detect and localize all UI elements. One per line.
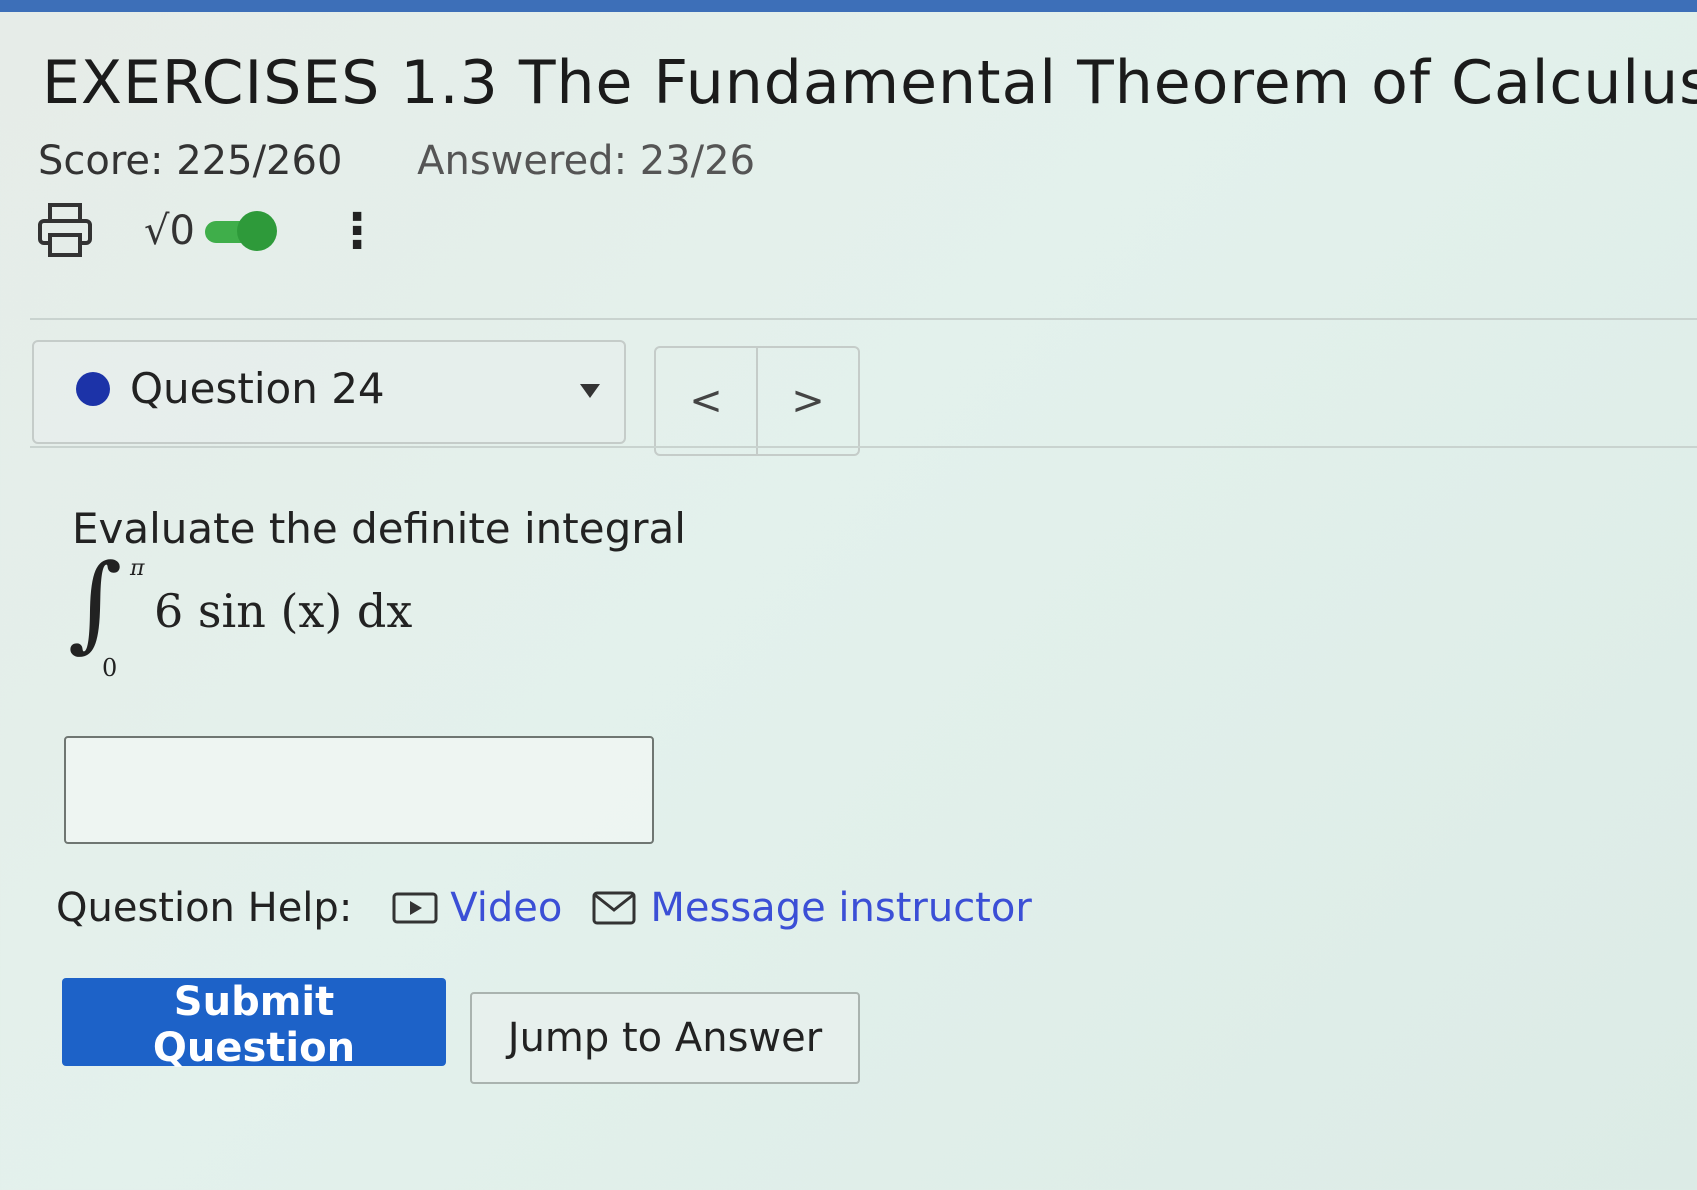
toggle-switch[interactable] bbox=[201, 211, 279, 251]
page-title: EXERCISES 1.3 The Fundamental Theorem of… bbox=[42, 48, 1697, 118]
divider-bottom bbox=[30, 446, 1697, 448]
question-help-label: Question Help: bbox=[56, 885, 353, 931]
message-link-label: Message instructor bbox=[650, 885, 1032, 931]
score-text: Score: 225/260 bbox=[38, 138, 343, 184]
integral-expression: ∫ π 0 6 sin (x) dx bbox=[68, 550, 428, 684]
video-icon bbox=[392, 892, 438, 924]
question-selector-label: Question 24 bbox=[130, 364, 385, 413]
question-nav-buttons: < > bbox=[654, 346, 860, 456]
answered-text: Answered: 23/26 bbox=[417, 138, 756, 184]
integral-lower-limit: 0 bbox=[102, 654, 118, 682]
integral-sign: ∫ bbox=[68, 541, 123, 663]
integrand: 6 sin (x) dx bbox=[154, 584, 413, 638]
video-help-link[interactable]: Video bbox=[392, 885, 562, 931]
video-link-label: Video bbox=[450, 885, 563, 931]
square-root-icon: √0 bbox=[144, 208, 195, 254]
jump-to-answer-button[interactable]: Jump to Answer bbox=[470, 992, 860, 1084]
question-help: Question Help: Video Message instructor bbox=[56, 872, 1032, 944]
top-accent-bar bbox=[0, 0, 1697, 12]
toggle-knob bbox=[236, 211, 277, 251]
more-options-icon[interactable]: ⋮ bbox=[333, 207, 381, 255]
submit-question-button[interactable]: Submit Question bbox=[62, 978, 446, 1071]
question-prompt: Evaluate the definite integral bbox=[72, 504, 686, 553]
divider-top bbox=[30, 318, 1697, 320]
answer-input[interactable] bbox=[64, 736, 654, 844]
previous-question-button[interactable]: < bbox=[656, 348, 758, 454]
chevron-down-icon bbox=[580, 384, 600, 398]
mail-icon bbox=[592, 891, 636, 925]
assignment-stats: Score: 225/260 Answered: 23/26 bbox=[38, 138, 755, 184]
question-status-dot bbox=[76, 372, 110, 406]
question-selector[interactable]: Question 24 bbox=[32, 340, 626, 444]
next-question-button[interactable]: > bbox=[758, 348, 858, 454]
printer-icon[interactable] bbox=[36, 201, 94, 261]
toolbar: √0 ⋮ bbox=[36, 198, 381, 264]
math-display-toggle[interactable]: √0 bbox=[144, 208, 279, 254]
integral-upper-limit: π bbox=[130, 556, 145, 581]
message-instructor-link[interactable]: Message instructor bbox=[592, 885, 1032, 931]
